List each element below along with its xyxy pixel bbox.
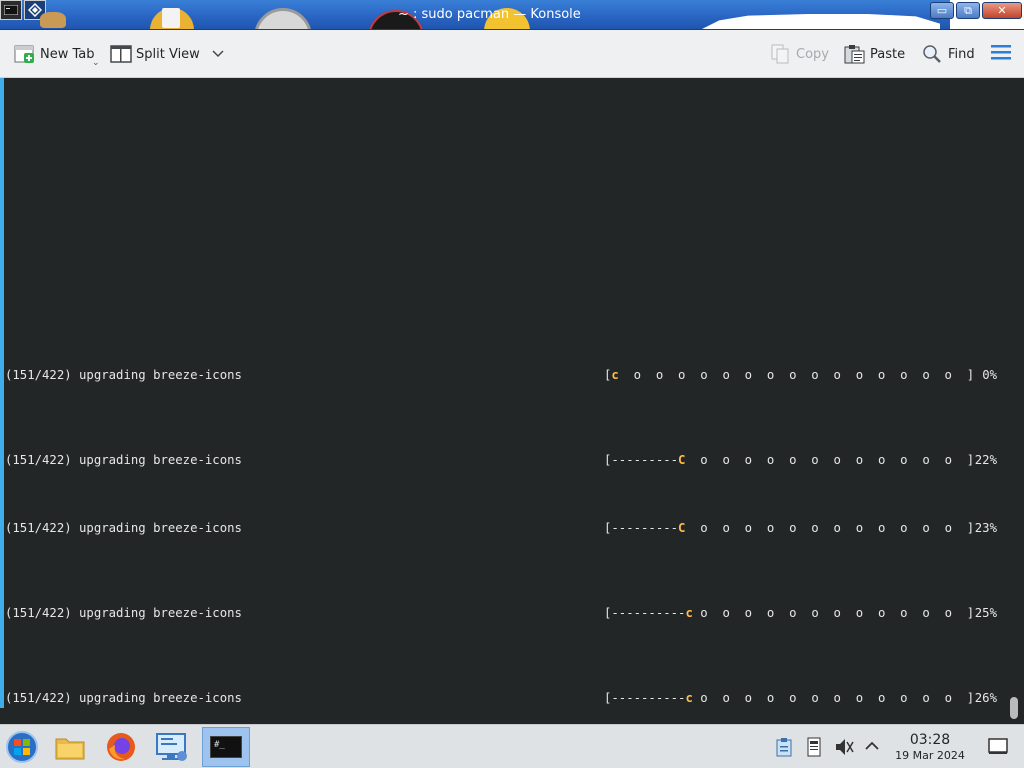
new-tab-button[interactable]: New Tab [14,42,95,66]
progress-bar: [c o o o o o o o o o o o o o o o ] [604,368,974,382]
taskbar: #_ 03:28 19 Mar 2024 [0,724,1024,768]
minimize-button[interactable]: ▭ [930,2,954,19]
konsole-icon-text: #_ [214,740,225,750]
progress-bar-eaten: ---------- [611,606,686,620]
progress-bar-dots: o o o o o o o o o o o o [692,606,967,620]
progress-bar-dots: o o o o o o o o o o o o [685,521,967,535]
new-tab-icon [14,44,34,64]
progress-percent: 0% [982,368,997,382]
progress-bar: [---------C o o o o o o o o o o o o ] [604,521,974,535]
clock-time[interactable]: 03:28 [892,732,968,748]
progress-percent: 23% [974,521,997,535]
copy-icon [770,44,790,64]
decor-tower [162,8,180,28]
progress-bar-eaten: --------- [611,521,679,535]
konsole-icon: #_ [210,736,242,758]
terminal-line: (151/422) upgrading breeze-icons [5,521,242,535]
terminal-line: (151/422) upgrading breeze-icons [5,453,242,467]
maximize-button[interactable]: ⧉ [956,2,980,19]
progress-bar: [---------C o o o o o o o o o o o o ] [604,453,974,467]
window-controls: ▭ ⧉ ✕ [930,2,1022,19]
firefox-icon [107,733,135,761]
paste-icon [844,44,865,64]
volume-muted-icon[interactable] [834,737,854,755]
decor-gauge [254,8,312,29]
start-menu-button[interactable] [0,727,44,767]
progress-bar-eaten: ---------- [611,691,686,705]
decor-bird [40,12,66,28]
remote-desktop-button[interactable] [150,727,194,767]
konsole-toolbar: New Tab ⌄ Split View Copy Paste Find [0,30,1024,78]
close-button[interactable]: ✕ [982,2,1022,19]
progress-bar: [----------c o o o o o o o o o o o o ] [604,606,974,620]
window-app-icon[interactable] [0,0,22,20]
terminal-view[interactable]: (151/422) upgrading breeze-icons [c o o … [0,78,1024,724]
terminal-line: (151/422) upgrading breeze-icons [5,691,242,705]
paste-label: Paste [870,46,906,62]
terminal-scrollbar-thumb[interactable] [1010,697,1018,719]
firefox-button[interactable] [99,727,143,767]
find-icon [922,44,942,64]
split-view-label: Split View [136,46,200,62]
split-view-dropdown-icon[interactable] [212,47,224,62]
paste-button[interactable]: Paste [844,42,905,66]
terminal-line: (151/422) upgrading breeze-icons [5,606,242,620]
progress-percent: 26% [974,691,997,705]
show-desktop-icon[interactable] [988,737,1008,755]
file-manager-icon [55,738,85,760]
decor-wave [700,14,940,29]
copy-label: Copy [796,46,829,62]
window-title: ~ : sudo pacman — Konsole [398,7,581,22]
clock-date[interactable]: 19 Mar 2024 [888,749,972,762]
split-view-icon [110,44,132,64]
progress-bar-dots: o o o o o o o o o o o o [692,691,967,705]
terminal-small-icon [4,5,18,15]
hamburger-menu-button[interactable] [990,42,1012,66]
hamburger-menu-icon [990,43,1012,65]
progress-bar-dots: o o o o o o o o o o o o o o o [618,368,967,382]
new-tab-menu-arrow-icon[interactable]: ⌄ [92,58,100,68]
progress-bar-eaten: --------- [611,453,679,467]
progress-percent: 25% [974,606,997,620]
terminal-focus-accent [0,78,4,708]
progress-bar: [----------c o o o o o o o o o o o o ] [604,691,974,705]
storage-icon[interactable] [805,737,823,757]
start-menu-icon [6,731,38,763]
progress-percent: 22% [974,453,997,467]
file-manager-button[interactable] [48,727,92,767]
find-label: Find [948,46,975,62]
window-titlebar[interactable]: ~ : sudo pacman — Konsole ▭ ⧉ ✕ [0,0,1024,30]
expand-tray-icon[interactable] [863,737,881,755]
find-button[interactable]: Find [922,42,975,66]
terminal-line: (151/422) upgrading breeze-icons [5,368,242,382]
progress-pacman: c [685,606,693,620]
remote-desktop-icon [156,733,187,761]
clipboard-icon[interactable] [775,737,793,757]
split-view-button[interactable]: Split View [110,42,224,66]
progress-pacman: c [685,691,693,705]
copy-button[interactable]: Copy [770,42,829,66]
new-tab-label: New Tab [40,46,95,62]
konsole-taskbar-button[interactable]: #_ [202,727,250,767]
progress-pacman: c [611,368,619,382]
progress-bar-dots: o o o o o o o o o o o o [685,453,967,467]
